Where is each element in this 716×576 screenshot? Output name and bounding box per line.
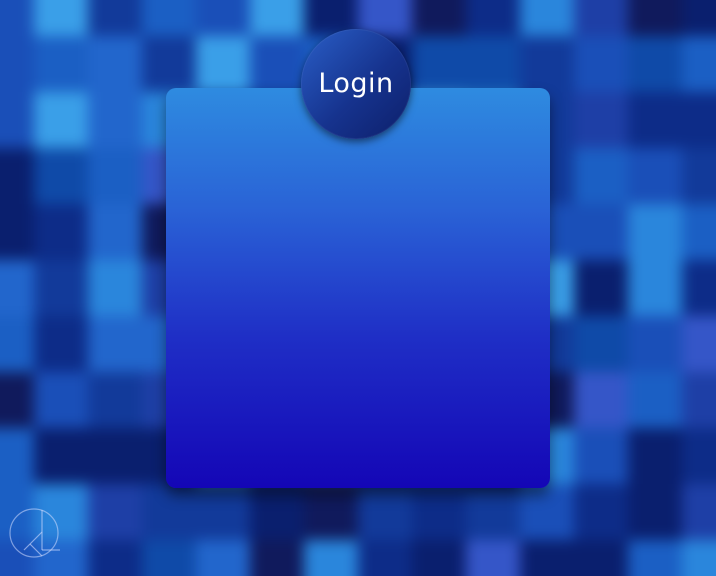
login-header-badge: Login [301, 29, 411, 139]
mosaic-tile [574, 260, 628, 316]
mosaic-tile [466, 0, 520, 36]
mosaic-tile [682, 372, 716, 428]
mosaic-tile [88, 148, 142, 204]
mosaic-tile [0, 36, 34, 92]
mosaic-tile [682, 428, 716, 484]
mosaic-tile [142, 36, 196, 92]
mosaic-tile [0, 0, 34, 36]
mosaic-tile [520, 0, 574, 36]
mosaic-tile [142, 484, 196, 540]
mosaic-tile [0, 148, 34, 204]
mosaic-tile [574, 0, 628, 36]
mosaic-tile [574, 540, 628, 576]
mosaic-tile [88, 372, 142, 428]
mosaic-tile [34, 0, 88, 36]
mosaic-tile [574, 36, 628, 92]
mosaic-tile [628, 204, 682, 260]
mosaic-tile [628, 428, 682, 484]
mosaic-tile [196, 36, 250, 92]
mosaic-tile [142, 540, 196, 576]
mosaic-tile [412, 0, 466, 36]
mosaic-tile [628, 372, 682, 428]
mosaic-tile [628, 0, 682, 36]
mosaic-tile [196, 484, 250, 540]
mosaic-tile [682, 0, 716, 36]
mosaic-tile [250, 540, 304, 576]
mosaic-tile [88, 484, 142, 540]
mosaic-tile [628, 484, 682, 540]
mosaic-tile [250, 36, 304, 92]
mosaic-tile [628, 92, 682, 148]
mosaic-tile [574, 484, 628, 540]
mosaic-tile [88, 204, 142, 260]
mosaic-tile [250, 484, 304, 540]
mosaic-tile [682, 484, 716, 540]
mosaic-tile [0, 316, 34, 372]
mosaic-tile [628, 36, 682, 92]
mosaic-tile [574, 316, 628, 372]
mosaic-tile [142, 0, 196, 36]
mosaic-tile [34, 260, 88, 316]
mosaic-tile [412, 540, 466, 576]
mosaic-tile [0, 260, 34, 316]
mosaic-tile [682, 148, 716, 204]
mosaic-tile [88, 36, 142, 92]
mosaic-tile [34, 372, 88, 428]
mosaic-tile [412, 36, 466, 92]
mosaic-tile [0, 204, 34, 260]
mosaic-tile [628, 148, 682, 204]
mosaic-tile [682, 316, 716, 372]
mosaic-tile [574, 428, 628, 484]
mosaic-tile [412, 484, 466, 540]
mosaic-tile [682, 540, 716, 576]
mosaic-tile [358, 484, 412, 540]
mosaic-tile [196, 0, 250, 36]
mosaic-tile [0, 372, 34, 428]
mosaic-tile [466, 36, 520, 92]
kl-logo-icon [9, 508, 60, 558]
mosaic-tile [304, 484, 358, 540]
mosaic-tile [574, 92, 628, 148]
mosaic-tile [466, 484, 520, 540]
mosaic-tile [520, 36, 574, 92]
mosaic-tile [34, 92, 88, 148]
mosaic-tile [250, 0, 304, 36]
mosaic-tile [196, 540, 250, 576]
mosaic-tile [34, 36, 88, 92]
mosaic-tile [34, 428, 88, 484]
mosaic-tile [88, 92, 142, 148]
mosaic-tile [0, 92, 34, 148]
login-card [166, 88, 550, 488]
mosaic-tile [574, 372, 628, 428]
mosaic-tile [628, 260, 682, 316]
mosaic-tile [682, 92, 716, 148]
mosaic-tile [88, 316, 142, 372]
login-page: Login [0, 0, 716, 576]
mosaic-tile [88, 540, 142, 576]
mosaic-tile [628, 316, 682, 372]
mosaic-tile [520, 540, 574, 576]
mosaic-tile [88, 428, 142, 484]
mosaic-tile [520, 484, 574, 540]
mosaic-tile [34, 204, 88, 260]
mosaic-tile [574, 204, 628, 260]
mosaic-tile [628, 540, 682, 576]
mosaic-tile [358, 540, 412, 576]
mosaic-tile [682, 204, 716, 260]
mosaic-tile [88, 0, 142, 36]
mosaic-tile [34, 148, 88, 204]
mosaic-tile [34, 316, 88, 372]
mosaic-tile [682, 260, 716, 316]
mosaic-tile [304, 540, 358, 576]
mosaic-tile [682, 36, 716, 92]
mosaic-tile [466, 540, 520, 576]
mosaic-tile [574, 148, 628, 204]
login-title: Login [318, 67, 394, 99]
mosaic-tile [0, 428, 34, 484]
mosaic-tile [88, 260, 142, 316]
